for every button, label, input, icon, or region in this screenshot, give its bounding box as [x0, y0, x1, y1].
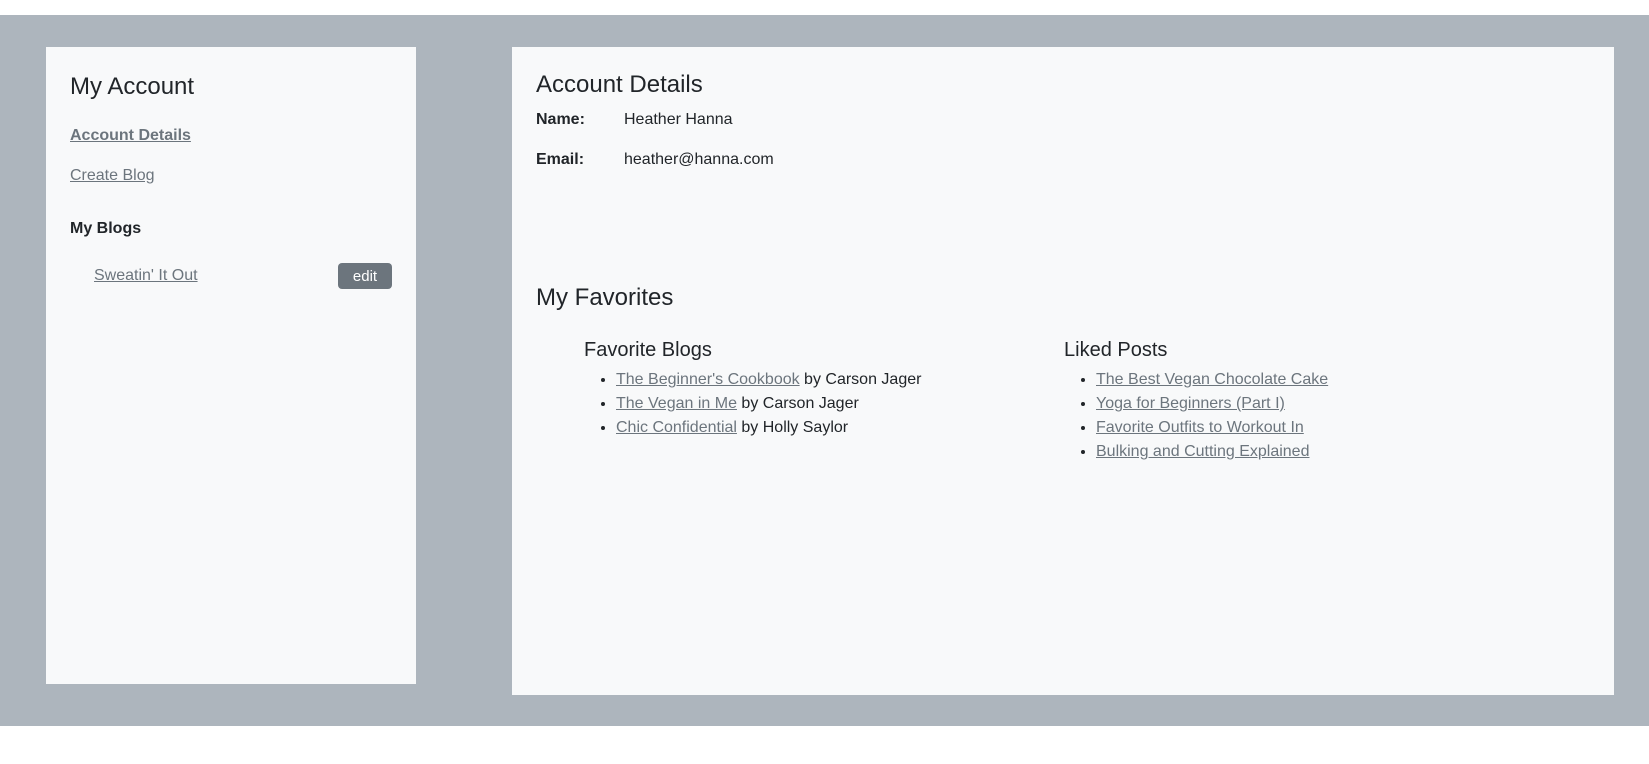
- favorite-blog-link[interactable]: The Beginner's Cookbook: [616, 371, 800, 388]
- email-label: Email:: [536, 151, 585, 168]
- sidebar-item-account-details[interactable]: Account Details: [70, 127, 191, 145]
- liked-post-link[interactable]: The Best Vegan Chocolate Cake: [1096, 371, 1328, 388]
- liked-posts-heading: Liked Posts: [1064, 339, 1168, 361]
- my-blog-link[interactable]: Sweatin' It Out: [94, 267, 198, 285]
- edit-blog-button[interactable]: edit: [338, 263, 392, 289]
- favorite-blogs-list: The Beginner's Cookbook by Carson Jager …: [584, 368, 921, 440]
- sidebar-item-create-blog[interactable]: Create Blog: [70, 167, 155, 185]
- favorite-blog-link[interactable]: The Vegan in Me: [616, 395, 737, 412]
- my-blog-row: Sweatin' It Out edit: [94, 263, 392, 289]
- blog-byline: by Holly Saylor: [736, 419, 849, 436]
- name-label: Name:: [536, 111, 585, 128]
- name-value: Heather Hanna: [624, 111, 733, 128]
- favorite-blogs-section: Favorite Blogs The Beginner's Cookbook b…: [584, 338, 921, 440]
- blog-byline: by Carson Jager: [736, 395, 859, 412]
- my-favorites-title: My Favorites: [536, 284, 674, 311]
- liked-post-link[interactable]: Bulking and Cutting Explained: [1096, 443, 1309, 460]
- account-details-title: Account Details: [536, 71, 703, 98]
- account-sidebar: My Account Account Details Create Blog M…: [46, 47, 416, 684]
- list-item: The Vegan in Me by Carson Jager: [616, 392, 921, 416]
- liked-post-link[interactable]: Favorite Outfits to Workout In: [1096, 419, 1304, 436]
- sidebar-title: My Account: [70, 73, 195, 100]
- my-blogs-heading: My Blogs: [70, 220, 142, 237]
- blog-byline: by Carson Jager: [799, 371, 922, 388]
- favorite-blogs-heading: Favorite Blogs: [584, 339, 712, 361]
- liked-posts-list: The Best Vegan Chocolate Cake Yoga for B…: [1064, 368, 1328, 464]
- list-item: The Best Vegan Chocolate Cake: [1096, 368, 1328, 392]
- email-value: heather@hanna.com: [624, 151, 774, 168]
- list-item: Favorite Outfits to Workout In: [1096, 416, 1328, 440]
- list-item: Chic Confidential by Holly Saylor: [616, 416, 921, 440]
- liked-post-link[interactable]: Yoga for Beginners (Part I): [1096, 395, 1285, 412]
- main-panel: Account Details Name: Heather Hanna Emai…: [512, 47, 1614, 695]
- liked-posts-section: Liked Posts The Best Vegan Chocolate Cak…: [1064, 338, 1328, 464]
- list-item: The Beginner's Cookbook by Carson Jager: [616, 368, 921, 392]
- list-item: Yoga for Beginners (Part I): [1096, 392, 1328, 416]
- favorite-blog-link[interactable]: Chic Confidential: [616, 419, 737, 436]
- list-item: Bulking and Cutting Explained: [1096, 440, 1328, 464]
